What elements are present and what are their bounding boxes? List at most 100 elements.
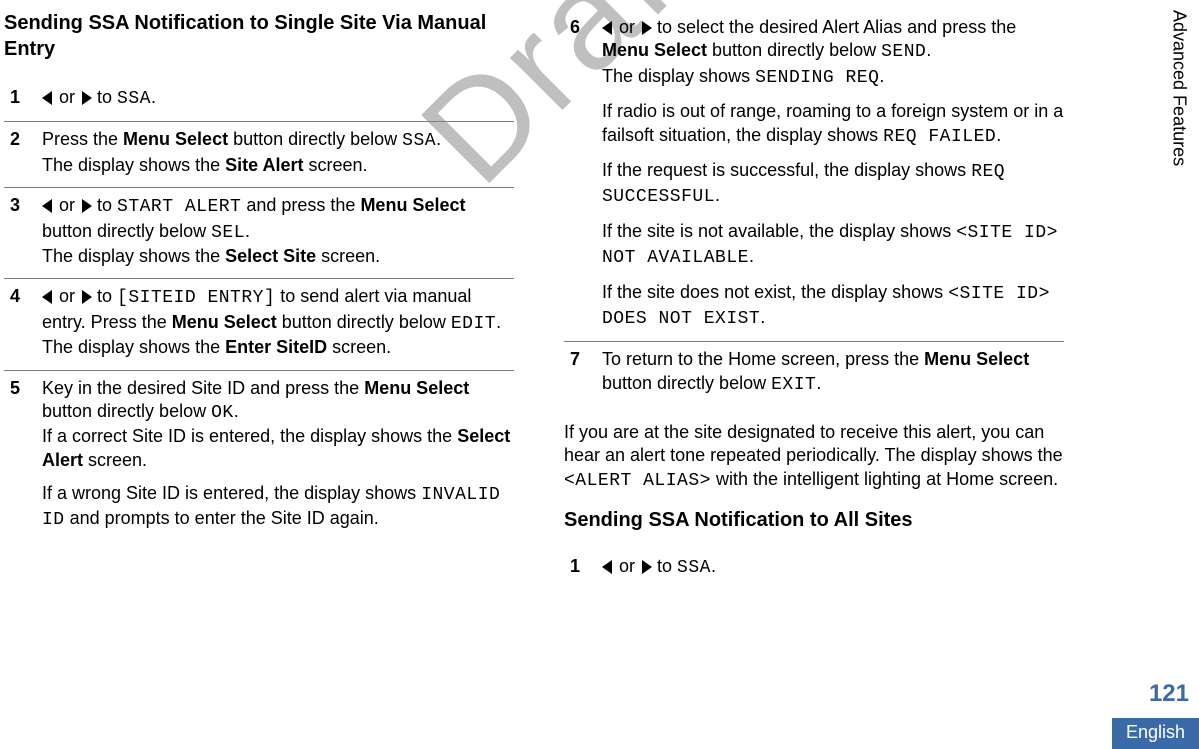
text: to bbox=[652, 556, 677, 576]
left-arrow-icon bbox=[42, 199, 52, 213]
text: or bbox=[54, 87, 80, 107]
right-arrow-icon bbox=[642, 21, 652, 35]
bold: Menu Select bbox=[172, 312, 277, 332]
paragraph: If the site does not exist, the display … bbox=[602, 281, 1064, 332]
text: . bbox=[496, 312, 501, 332]
text: . bbox=[151, 87, 156, 107]
code: START ALERT bbox=[117, 197, 241, 217]
step-5: Key in the desired Site ID and press the… bbox=[4, 371, 514, 543]
right-arrow-icon bbox=[82, 199, 92, 213]
step-3: or to START ALERT and press the Menu Sel… bbox=[4, 188, 514, 279]
text: button directly below bbox=[707, 40, 881, 60]
steps-list-1: or to SSA. Press the Menu Select button … bbox=[4, 80, 514, 543]
text: If the site is not available, the displa… bbox=[602, 221, 956, 241]
code: SSA bbox=[117, 89, 151, 109]
note-paragraph: If you are at the site designated to rec… bbox=[564, 421, 1064, 493]
text: to bbox=[92, 195, 117, 215]
text: and press the bbox=[241, 195, 360, 215]
code: [SITEID ENTRY] bbox=[117, 288, 275, 308]
text: If a correct Site ID is entered, the dis… bbox=[42, 426, 457, 446]
code: EXIT bbox=[771, 375, 816, 395]
code: OK bbox=[211, 403, 234, 423]
text: with the intelligent lighting at Home sc… bbox=[711, 469, 1058, 489]
text: If you are at the site designated to rec… bbox=[564, 422, 1063, 465]
step-4: or to [SITEID ENTRY] to send alert via m… bbox=[4, 279, 514, 370]
bold: Enter SiteID bbox=[225, 337, 327, 357]
text: button directly below bbox=[228, 129, 402, 149]
text: If the request is successful, the displa… bbox=[602, 160, 971, 180]
bold: Site Alert bbox=[225, 155, 303, 175]
step-1: or to SSA. bbox=[4, 80, 514, 122]
bold: Select Site bbox=[225, 246, 316, 266]
text: . bbox=[879, 66, 884, 86]
text: . bbox=[816, 373, 821, 393]
code: EDIT bbox=[451, 314, 496, 334]
text: The display shows the bbox=[42, 155, 225, 175]
paragraph: If the request is successful, the displa… bbox=[602, 159, 1064, 210]
text: The display shows the bbox=[42, 246, 225, 266]
page-number: 121 bbox=[1149, 680, 1189, 708]
text: If a wrong Site ID is entered, the displ… bbox=[42, 483, 421, 503]
text: . bbox=[711, 556, 716, 576]
steps-list-1b: or to select the desired Alert Alias and… bbox=[564, 10, 1064, 407]
bold: Menu Select bbox=[360, 195, 465, 215]
left-column: Sending SSA Notification to Single Site … bbox=[4, 10, 554, 700]
text: . bbox=[749, 246, 754, 266]
text: Press the bbox=[42, 129, 123, 149]
step-1b: or to SSA. bbox=[564, 549, 1064, 590]
right-arrow-icon bbox=[82, 91, 92, 105]
section-title: Sending SSA Notification to Single Site … bbox=[4, 10, 514, 62]
text: button directly below bbox=[277, 312, 451, 332]
text: or bbox=[614, 17, 640, 37]
text: screen. bbox=[83, 450, 147, 470]
text: or bbox=[54, 286, 80, 306]
text: . bbox=[234, 401, 239, 421]
text: or bbox=[614, 556, 640, 576]
text: . bbox=[436, 129, 441, 149]
bold: Menu Select bbox=[364, 378, 469, 398]
section-title-2: Sending SSA Notification to All Sites bbox=[564, 507, 1064, 533]
text: If the site does not exist, the display … bbox=[602, 282, 948, 302]
steps-list-2: or to SSA. bbox=[564, 549, 1064, 590]
text: and prompts to enter the Site ID again. bbox=[65, 508, 379, 528]
right-column: or to select the desired Alert Alias and… bbox=[554, 10, 1104, 700]
text: The display shows the bbox=[42, 337, 225, 357]
text: button directly below bbox=[602, 373, 771, 393]
text: to bbox=[92, 286, 117, 306]
text: or bbox=[54, 195, 80, 215]
code: SENDING REQ bbox=[755, 68, 879, 88]
right-arrow-icon bbox=[642, 560, 652, 574]
code: SSA bbox=[402, 131, 436, 151]
code: SSA bbox=[677, 558, 711, 578]
bold: Menu Select bbox=[602, 40, 707, 60]
side-tab-label: Advanced Features bbox=[1159, 4, 1199, 214]
text: . bbox=[760, 307, 765, 327]
text: screen. bbox=[303, 155, 367, 175]
text: Key in the desired Site ID and press the bbox=[42, 378, 364, 398]
code: <ALERT ALIAS> bbox=[564, 471, 711, 491]
paragraph: If the site is not available, the displa… bbox=[602, 220, 1064, 271]
text: . bbox=[715, 185, 720, 205]
step-6: or to select the desired Alert Alias and… bbox=[564, 10, 1064, 342]
text: . bbox=[926, 40, 931, 60]
paragraph: If radio is out of range, roaming to a f… bbox=[602, 100, 1064, 149]
bold: Menu Select bbox=[924, 349, 1029, 369]
text: To return to the Home screen, press the bbox=[602, 349, 924, 369]
paragraph: If a wrong Site ID is entered, the displ… bbox=[42, 482, 514, 533]
code: REQ FAILED bbox=[883, 127, 996, 147]
bold: Menu Select bbox=[123, 129, 228, 149]
text: button directly below bbox=[42, 401, 211, 421]
text: screen. bbox=[316, 246, 380, 266]
left-arrow-icon bbox=[42, 290, 52, 304]
text: to select the desired Alert Alias and pr… bbox=[652, 17, 1016, 37]
code: SEND bbox=[881, 42, 926, 62]
text: . bbox=[245, 221, 250, 241]
language-tab: English bbox=[1112, 718, 1199, 749]
left-arrow-icon bbox=[42, 91, 52, 105]
left-arrow-icon bbox=[602, 21, 612, 35]
right-arrow-icon bbox=[82, 290, 92, 304]
text: screen. bbox=[327, 337, 391, 357]
step-2: Press the Menu Select button directly be… bbox=[4, 122, 514, 188]
left-arrow-icon bbox=[602, 560, 612, 574]
text: . bbox=[996, 125, 1001, 145]
